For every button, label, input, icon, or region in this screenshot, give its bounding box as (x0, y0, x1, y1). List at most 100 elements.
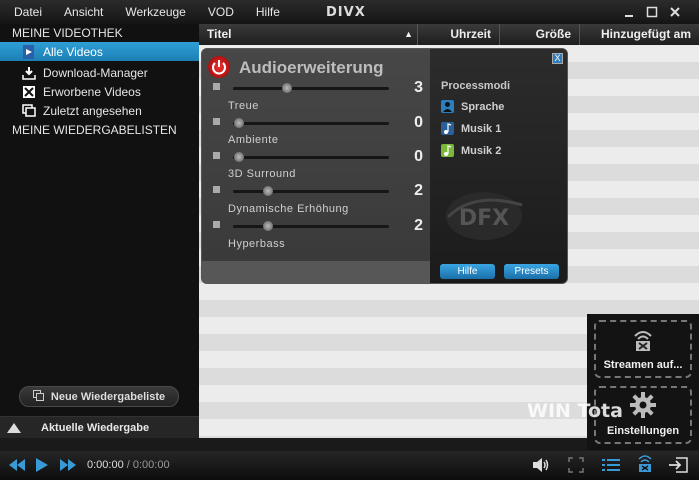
slider-hyperbass-track[interactable] (233, 225, 389, 228)
column-time[interactable]: Uhrzeit (418, 24, 500, 45)
audio-left-pane: Audioerweiterung 3 Treue 0 Ambiente 0 3D Surr… (202, 49, 430, 261)
music-note-green-icon (441, 144, 454, 157)
minimize-icon[interactable] (621, 4, 637, 20)
slider-dynamic-boost-knob[interactable] (262, 186, 273, 196)
purchased-icon (22, 85, 36, 99)
sidebar-item-label: Download-Manager (43, 65, 148, 80)
playlists-header: MEINE WIEDERGABELISTEN (12, 123, 177, 137)
expand-up-icon[interactable] (7, 422, 21, 433)
dfx-logo: DFX (444, 187, 524, 245)
new-playlist-icon (32, 389, 44, 404)
time-total: 0:00:00 (132, 459, 170, 471)
stream-label: Streamen auf... (603, 359, 683, 371)
sidebar-item-all-videos[interactable]: Alle Videos (0, 42, 199, 61)
slider-fidelity-label: Treue (228, 100, 259, 112)
slider-hyperbass-checkbox[interactable] (213, 221, 220, 228)
sidebar-item-recently-viewed[interactable]: Zuletzt angesehen (0, 101, 199, 120)
music-note-icon (441, 122, 454, 135)
process-modes-pane: X Processmodi Sprache Musik 1 Musik 2 DF… (430, 49, 567, 283)
video-file-icon (22, 44, 36, 59)
menu-hilfe[interactable]: Hilfe (245, 0, 291, 24)
audio-enhancement-panel: Audioerweiterung 3 Treue 0 Ambiente 0 3D Surr… (201, 48, 568, 284)
play-icon[interactable] (35, 457, 49, 473)
sidebar-item-label: Zuletzt angesehen (43, 103, 142, 118)
volume-icon[interactable] (532, 457, 550, 473)
menu-ansicht[interactable]: Ansicht (53, 0, 114, 24)
close-icon[interactable] (667, 4, 683, 20)
slider-fidelity-checkbox[interactable] (213, 83, 220, 90)
menu-werkzeuge[interactable]: Werkzeuge (114, 0, 196, 24)
settings-label: Einstellungen (606, 425, 680, 437)
current-playback-label: Aktuelle Wiedergabe (41, 421, 150, 434)
sidebar-item-download-manager[interactable]: Download-Manager (0, 63, 199, 82)
library-header: MEINE VIDEOTHEK (12, 26, 123, 40)
process-modes-title: Processmodi (441, 80, 511, 92)
rewind-icon[interactable] (8, 457, 26, 473)
menu-vod[interactable]: VOD (197, 0, 245, 24)
power-icon[interactable] (208, 56, 230, 78)
sidebar-item-label: Erworbene Videos (43, 84, 141, 99)
table-header: Titel ▲ Uhrzeit Größe Hinzugefügt am (199, 24, 699, 45)
slider-surround-track[interactable] (233, 156, 389, 159)
player-bar: 0:00:00 / 0:00:00 (0, 451, 699, 480)
slider-surround-value: 0 (414, 148, 423, 165)
menu-datei[interactable]: Datei (0, 0, 53, 24)
slider-dynamic-boost-checkbox[interactable] (213, 186, 220, 193)
download-icon (22, 66, 36, 80)
divx-logo: DIVX (326, 5, 366, 20)
slider-ambience-label: Ambiente (228, 134, 279, 146)
presets-button[interactable]: Presets (504, 264, 559, 279)
table-row[interactable] (199, 283, 699, 300)
help-button[interactable]: Hilfe (440, 264, 495, 279)
new-playlist-label: Neue Wiedergabeliste (50, 390, 166, 403)
slider-ambience-checkbox[interactable] (213, 118, 220, 125)
gear-icon (629, 391, 657, 422)
maximize-icon[interactable] (644, 4, 660, 20)
slider-ambience: 0 (213, 114, 425, 131)
exit-icon[interactable] (668, 457, 688, 473)
svg-text:DFX: DFX (459, 206, 509, 231)
slider-fidelity: 3 (213, 79, 425, 96)
audio-footer (202, 261, 430, 283)
slider-fidelity-value: 3 (414, 79, 423, 96)
speech-icon (441, 100, 454, 113)
column-size[interactable]: Größe (500, 24, 580, 45)
stream-small-icon[interactable] (636, 455, 654, 472)
slider-fidelity-knob[interactable] (281, 83, 292, 93)
fast-forward-icon[interactable] (59, 457, 77, 473)
time-separator: / (123, 459, 133, 471)
mode-music-2[interactable]: Musik 2 (441, 143, 501, 158)
audio-title: Audioerweiterung (239, 58, 384, 77)
slider-fidelity-track[interactable] (233, 87, 389, 90)
sidebar-item-label: Alle Videos (43, 44, 103, 59)
current-playback-bar[interactable]: Aktuelle Wiedergabe (0, 416, 199, 438)
slider-surround-checkbox[interactable] (213, 152, 220, 159)
sidebar: MEINE VIDEOTHEK Alle Videos Download-Man… (0, 24, 199, 438)
slider-hyperbass-knob[interactable] (262, 221, 273, 231)
player-spacer (0, 438, 587, 451)
column-added[interactable]: Hinzugefügt am (580, 24, 699, 45)
time-current: 0:00:00 (87, 459, 124, 471)
close-panel-icon[interactable]: X (552, 53, 563, 64)
slider-ambience-value: 0 (414, 114, 423, 131)
slider-surround-knob[interactable] (234, 152, 244, 162)
fullscreen-icon[interactable] (568, 457, 584, 473)
slider-dynamic-boost-track[interactable] (233, 190, 389, 193)
slider-hyperbass-value: 2 (414, 217, 423, 234)
recent-icon (22, 103, 36, 118)
mode-speech[interactable]: Sprache (441, 99, 504, 114)
time-display: 0:00:00 / 0:00:00 (87, 459, 170, 471)
slider-ambience-track[interactable] (233, 122, 389, 125)
slider-ambience-knob[interactable] (234, 118, 244, 128)
mode-music-1[interactable]: Musik 1 (441, 121, 501, 136)
slider-hyperbass: 2 (213, 217, 425, 234)
playlist-icon[interactable] (602, 457, 620, 473)
new-playlist-button[interactable]: Neue Wiedergabeliste (19, 386, 179, 407)
stream-button[interactable]: Streamen auf... (594, 320, 692, 378)
slider-dynamic-boost-value: 2 (414, 182, 423, 199)
slider-hyperbass-label: Hyperbass (228, 238, 286, 250)
column-title[interactable]: Titel ▲ (199, 24, 418, 45)
sort-asc-icon: ▲ (404, 29, 413, 39)
sidebar-item-purchased-videos[interactable]: Erworbene Videos (0, 82, 199, 101)
slider-dynamic-boost-label: Dynamische Erhöhung (228, 203, 349, 215)
